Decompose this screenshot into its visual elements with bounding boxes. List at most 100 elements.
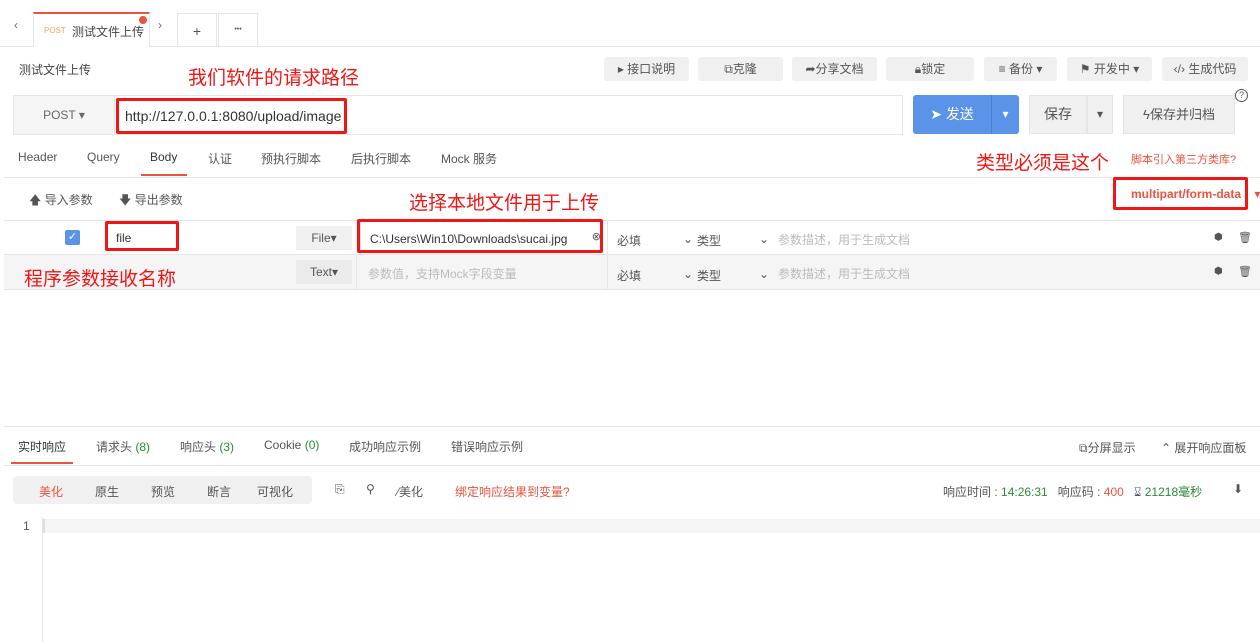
param-type-select[interactable]: Text▾ <box>296 260 352 284</box>
count: (0) <box>304 438 320 452</box>
save-button[interactable]: 保存 <box>1029 95 1087 134</box>
tab-mock[interactable]: Mock 服务 <box>441 150 497 167</box>
label: 导出参数 <box>134 193 183 207</box>
label: 开发中 <box>1093 62 1130 76</box>
required-select[interactable]: 必填 ⌄ <box>617 232 693 249</box>
kind-select[interactable]: 类型 ⌄ <box>697 232 769 249</box>
view-pretty[interactable]: 美化 <box>39 483 63 500</box>
tab-error-example[interactable]: 错误响应示例 <box>451 438 523 455</box>
required-select[interactable]: 必填 ⌄ <box>617 267 693 284</box>
view-visualize[interactable]: 可视化 <box>257 483 293 500</box>
tab-header[interactable]: Header <box>18 150 57 164</box>
expand-panel-button[interactable]: ⌃ 展开响应面板 <box>1161 439 1246 456</box>
tab-pre-script[interactable]: 预执行脚本 <box>261 150 321 167</box>
clone-button[interactable]: ⧉克隆 <box>698 57 783 81</box>
label: 响应头 <box>180 440 217 454</box>
code-label: 响应码 : <box>1057 485 1101 499</box>
active-tab-indicator <box>141 174 187 176</box>
request-tab[interactable]: POST 测试文件上传 <box>33 12 150 47</box>
label: 展开响应面板 <box>1174 441 1247 455</box>
label: File <box>311 231 331 245</box>
divider <box>4 177 1260 178</box>
time-label: 响应时间 : <box>943 485 998 499</box>
copy-icon[interactable]: ⎘ <box>335 482 345 497</box>
name-highlight <box>105 221 179 251</box>
label: Text <box>309 265 332 279</box>
backup-button[interactable]: ≡ 备份 ▾ <box>984 57 1057 81</box>
description-input[interactable]: 参数描述，用于生成文档 <box>778 265 910 282</box>
line-number: 1 <box>23 519 30 533</box>
label: 保存并归档 <box>1149 107 1215 122</box>
tab-request-headers[interactable]: 请求头 (8) <box>96 438 150 455</box>
tab-post-script[interactable]: 后执行脚本 <box>351 150 411 167</box>
label: 必填 <box>617 234 642 248</box>
tab-method: POST <box>44 26 66 35</box>
search-icon[interactable]: ⚲ <box>366 482 375 496</box>
label: 分享文档 <box>815 62 864 76</box>
row-checkbox[interactable]: ✓ <box>65 230 80 245</box>
view-preview[interactable]: 预览 <box>151 483 175 500</box>
annotation-url: 我们软件的请求路径 <box>188 68 360 89</box>
divider <box>4 426 1260 427</box>
add-tab-button[interactable]: + <box>177 13 217 47</box>
download-icon[interactable]: ⬇ <box>1233 482 1243 496</box>
method-select[interactable]: POST ▾ <box>13 95 115 135</box>
view-raw[interactable]: 原生 <box>95 483 119 500</box>
import-params-button[interactable]: 🡅 导入参数 <box>29 191 93 212</box>
tab-auth[interactable]: 认证 <box>208 150 232 167</box>
help-icon[interactable]: ? <box>1235 89 1248 102</box>
response-editor[interactable] <box>43 519 1260 533</box>
mock-icon[interactable]: ⬢ <box>1214 266 1223 277</box>
label: 类型 <box>697 269 722 283</box>
split-view-button[interactable]: ⧉分屏显示 <box>1079 439 1136 456</box>
label: 发送 <box>945 106 974 122</box>
save-archive-button[interactable]: ϟ保存并归档 <box>1123 95 1235 134</box>
tab-next-button[interactable]: › <box>158 18 162 32</box>
label: 请求头 <box>96 440 133 454</box>
annotation-name: 程序参数接收名称 <box>24 269 177 290</box>
gutter-divider <box>42 517 43 642</box>
send-dropdown[interactable]: ▾ <box>991 95 1019 134</box>
view-assert[interactable]: 断言 <box>207 483 231 500</box>
url-highlight <box>116 98 347 134</box>
send-button[interactable]: ➤ 发送 <box>913 95 991 134</box>
more-tabs-button[interactable]: ••• <box>218 13 258 47</box>
delete-icon[interactable]: 🗑︎ <box>1238 265 1252 278</box>
tab-success-example[interactable]: 成功响应示例 <box>349 438 421 455</box>
response-time: 14:26:31 <box>1001 485 1048 499</box>
annotation-file: 选择本地文件用于上传 <box>409 193 600 214</box>
beautify-button[interactable]: ⁄美化 <box>397 483 423 500</box>
tab-cookie[interactable]: Cookie (0) <box>264 438 319 452</box>
label: 必填 <box>617 269 642 283</box>
tab-response-headers[interactable]: 响应头 (3) <box>180 438 234 455</box>
share-button[interactable]: ➦分享文档 <box>792 57 877 81</box>
duration: 21218毫秒 <box>1144 485 1203 499</box>
tab-body[interactable]: Body <box>150 150 177 164</box>
script-library-link[interactable]: 脚本引入第三方类库? <box>1131 151 1236 167</box>
param-value-input[interactable]: 参数值，支持Mock字段变量 <box>356 255 608 289</box>
kind-select[interactable]: 类型 ⌄ <box>697 267 769 284</box>
tab-query[interactable]: Query <box>87 150 120 164</box>
description-input[interactable]: 参数描述，用于生成文档 <box>778 231 910 248</box>
export-params-button[interactable]: 🡇 导出参数 <box>119 191 183 212</box>
generate-code-button[interactable]: ‹/› 生成代码 <box>1162 57 1248 81</box>
bind-variable-link[interactable]: 绑定响应结果到变量? <box>455 483 570 500</box>
delete-icon[interactable]: 🗑︎ <box>1238 231 1252 244</box>
param-type-select[interactable]: File▾ <box>296 226 352 250</box>
annotation-type: 类型必须是这个 <box>976 153 1110 174</box>
lock-button[interactable]: 🔒︎锁定 <box>886 57 974 81</box>
count: (8) <box>135 440 151 454</box>
unsaved-dot <box>139 16 147 24</box>
save-dropdown[interactable]: ▾ <box>1087 95 1113 134</box>
status-button[interactable]: ⚑ 开发中 ▾ <box>1067 57 1152 81</box>
label: 锁定 <box>921 62 946 76</box>
mock-icon[interactable]: ⬢ <box>1214 232 1223 243</box>
param-row: Text▾ 参数值，支持Mock字段变量 必填 ⌄ 类型 ⌄ 参数描述，用于生成文档… <box>4 255 1260 290</box>
tab-prev-button[interactable]: ‹ <box>14 18 18 32</box>
active-tab-indicator <box>11 462 73 464</box>
file-highlight <box>357 219 603 253</box>
status-code: 400 <box>1103 485 1124 499</box>
api-doc-button[interactable]: ▸ 接口说明 <box>604 57 689 81</box>
tab-realtime-response[interactable]: 实时响应 <box>18 438 66 455</box>
label: 接口说明 <box>627 62 676 76</box>
